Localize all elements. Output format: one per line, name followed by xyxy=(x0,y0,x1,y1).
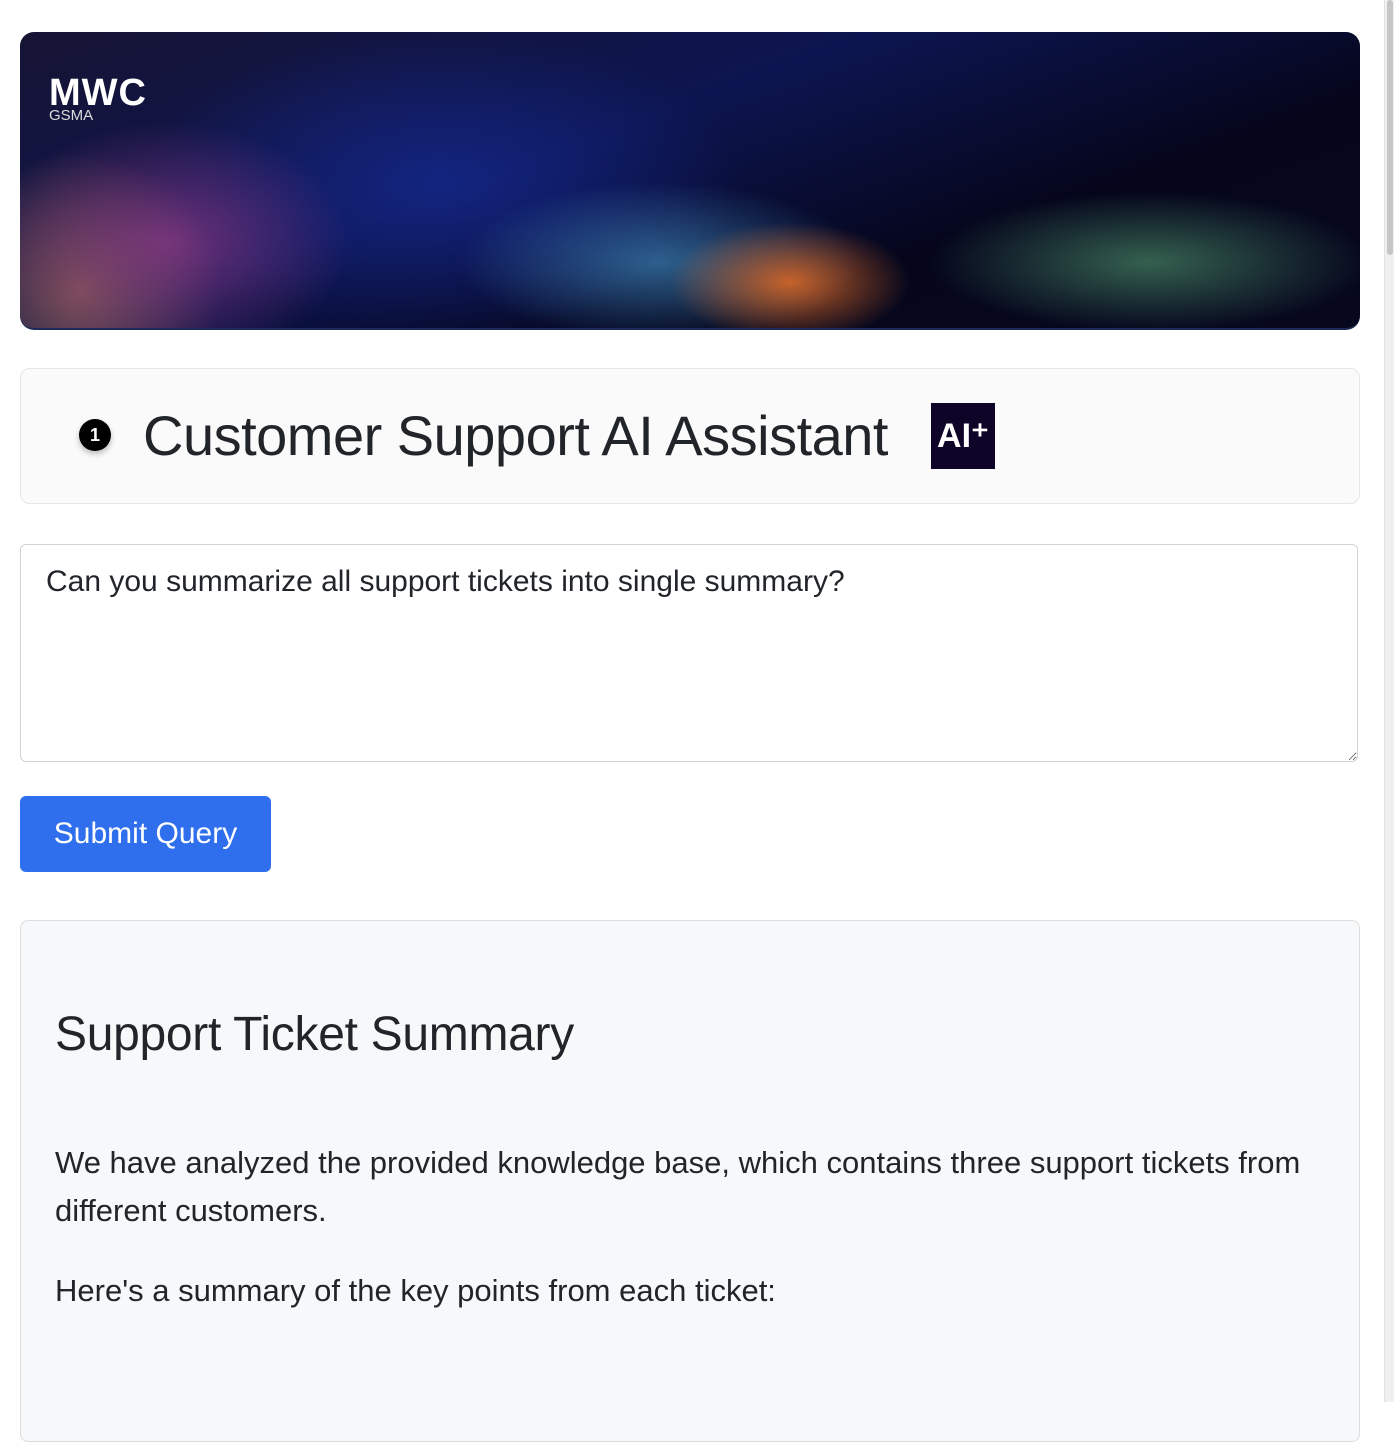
response-paragraph: Here's a summary of the key points from … xyxy=(55,1273,776,1308)
header-card: 1 Customer Support AI Assistant AI⁺ xyxy=(20,368,1360,504)
ai-plus-icon: AI⁺ xyxy=(931,403,995,469)
response-heading: Support Ticket Summary xyxy=(55,1008,574,1061)
page-scrollbar[interactable] xyxy=(1384,0,1394,1402)
step-number-badge: 1 xyxy=(79,419,111,451)
mwc-logo: MWC GSMA xyxy=(49,72,147,123)
scrollbar-thumb[interactable] xyxy=(1387,0,1393,255)
logo-main-text: MWC xyxy=(49,72,147,114)
response-paragraph: We have analyzed the provided knowledge … xyxy=(55,1145,1301,1228)
submit-query-button[interactable]: Submit Query xyxy=(20,796,271,872)
response-panel: Support Ticket Summary We have analyzed … xyxy=(20,920,1360,1442)
query-input[interactable] xyxy=(20,544,1358,762)
page-title: Customer Support AI Assistant xyxy=(143,404,888,467)
event-banner: MWC GSMA xyxy=(20,32,1360,330)
